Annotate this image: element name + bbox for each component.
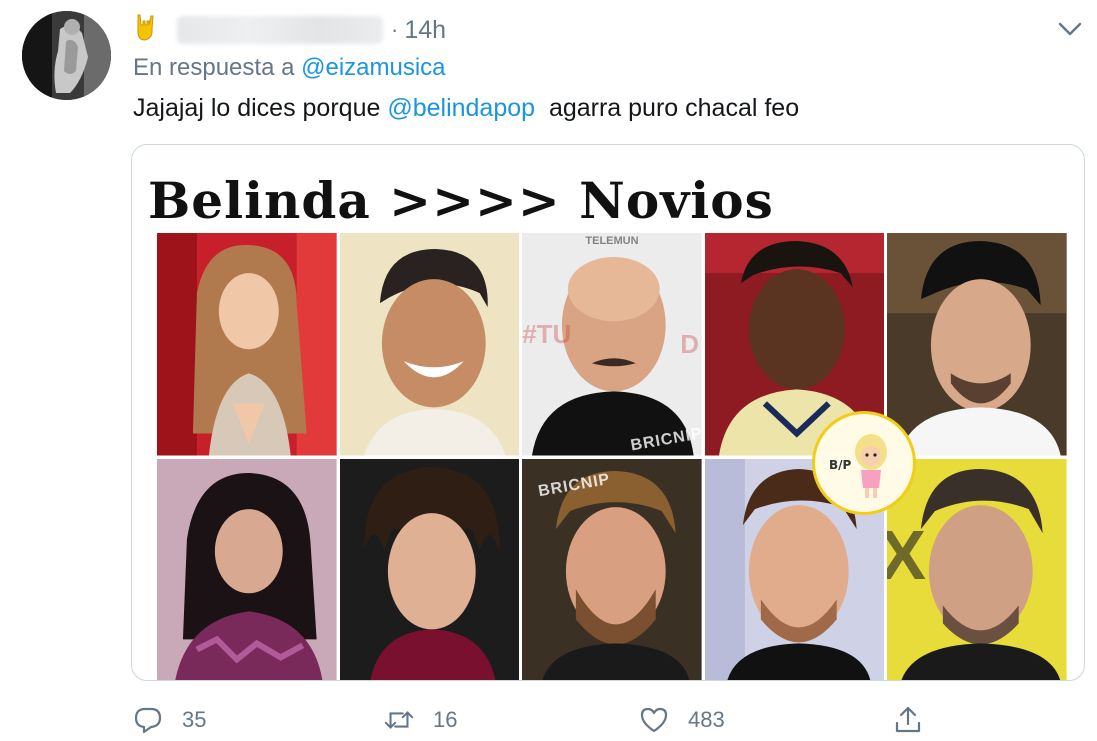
- reply-mention-link[interactable]: @eizamusica: [301, 54, 445, 81]
- tweet-header: · 14h: [133, 14, 446, 46]
- action-bar: 35 16 483: [0, 700, 1097, 740]
- reply-context: En respuesta a @eizamusica: [133, 54, 446, 82]
- reply-count: 35: [182, 707, 207, 732]
- photo-watermark: TELEMUN: [585, 235, 639, 247]
- chevron-down-icon[interactable]: [1055, 14, 1085, 44]
- like-button[interactable]: 483: [638, 700, 725, 740]
- reply-button[interactable]: 35: [132, 700, 206, 740]
- sticker-label: B/P: [829, 458, 852, 472]
- heart-icon: [640, 707, 668, 733]
- tweet-mention-link[interactable]: @belindapop: [387, 94, 535, 122]
- separator-dot: ·: [391, 17, 399, 42]
- retweet-icon: [384, 711, 414, 729]
- share-button[interactable]: [892, 700, 924, 740]
- blurred-username: [177, 16, 383, 44]
- retweet-count: 16: [433, 707, 458, 732]
- cartoon-sticker-logo: B/P: [812, 411, 916, 515]
- photo-background-text: X: [887, 515, 926, 595]
- timestamp[interactable]: 14h: [404, 16, 446, 45]
- photo-woman-dark-hair: [157, 458, 337, 680]
- meme-title: Belinda >>>> Novios: [148, 171, 774, 230]
- like-count: 483: [688, 707, 725, 732]
- photo-bald-man: TELEMUN #TU D BRICNIPERRA: [522, 233, 702, 456]
- photo-background-text: D: [680, 329, 699, 359]
- share-icon: [895, 706, 921, 733]
- reply-prefix: En respuesta a: [133, 54, 302, 81]
- tweet-text: Jajajaj lo dices porque @belindapop agar…: [133, 94, 799, 123]
- photo-background-text: #TU: [522, 319, 572, 349]
- avatar[interactable]: [22, 11, 111, 100]
- tweet[interactable]: · 14h En respuesta a @eizamusica Jajajaj…: [0, 0, 1097, 741]
- photo-woman-red-chair: [157, 233, 337, 456]
- photo-man-beard: [887, 233, 1067, 456]
- reply-bubble-icon: [134, 707, 162, 734]
- photo-man-curly-hair: [339, 458, 520, 680]
- media-image[interactable]: Belinda >>>> Novios TELEMUN #TU D BRICNI…: [131, 144, 1085, 681]
- tweet-text-after: agarra puro chacal feo: [535, 94, 800, 122]
- rock-on-hand-emoji-icon: [133, 12, 159, 48]
- tweet-text-before: Jajajaj lo dices porque: [133, 94, 388, 122]
- photo-man-blue-eyes: BRICNIP: [522, 458, 702, 680]
- photo-man-smiling: [339, 233, 520, 456]
- photo-grid: TELEMUN #TU D BRICNIPERRA BRICNIP: [157, 233, 1067, 680]
- retweet-button[interactable]: 16: [383, 700, 457, 740]
- photo-man-gray-hair: X: [887, 458, 1067, 680]
